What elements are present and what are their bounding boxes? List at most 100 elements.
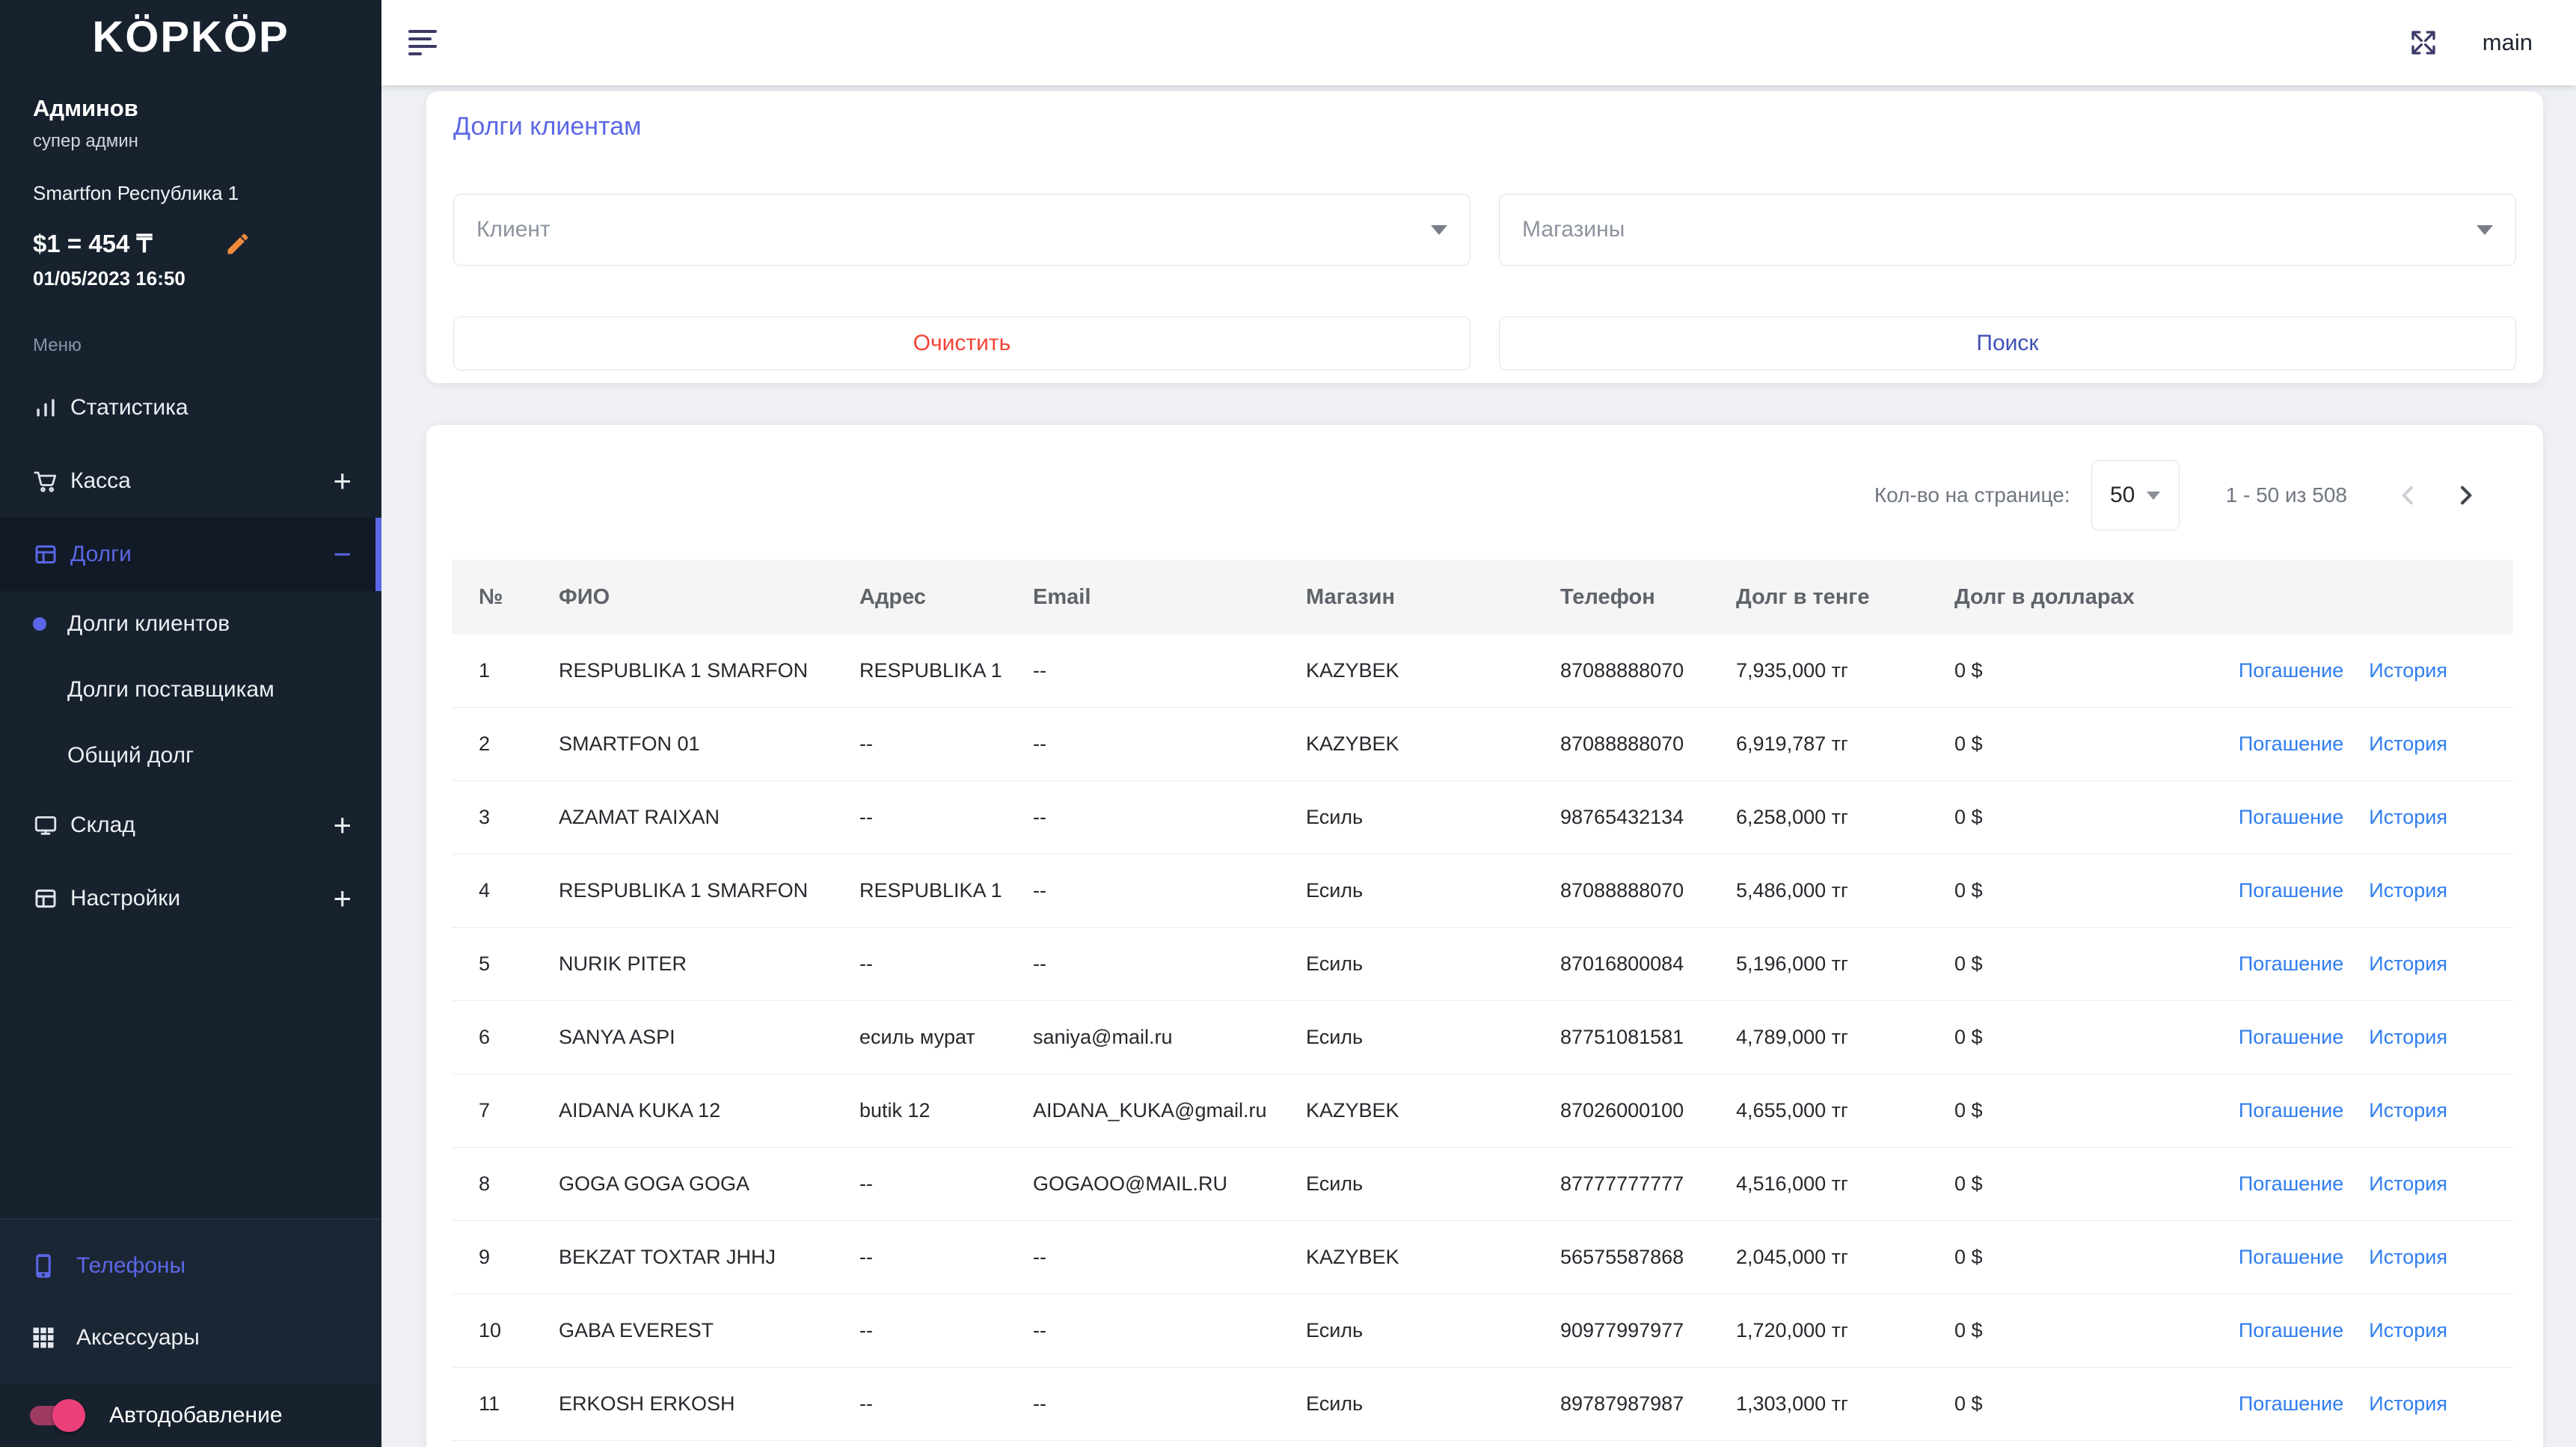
history-link[interactable]: История <box>2369 1319 2447 1342</box>
cell-actions: Погашение История <box>2179 732 2513 756</box>
repay-link[interactable]: Погашение <box>2239 659 2343 682</box>
history-link[interactable]: История <box>2369 1099 2447 1122</box>
history-link[interactable]: История <box>2369 1246 2447 1269</box>
repay-link[interactable]: Погашение <box>2239 732 2343 756</box>
cell-shop: Есиль <box>1306 879 1560 902</box>
sidebar-subitem-supplier-debts[interactable]: Долги поставщикам <box>0 657 381 723</box>
expand-plus-icon[interactable]: + <box>333 883 352 914</box>
workspace-name[interactable]: main <box>2483 29 2533 56</box>
sidebar-item-debts[interactable]: Долги − <box>0 518 381 591</box>
cell-address: -- <box>859 1319 1033 1342</box>
cell-email: saniya@mail.ru <box>1033 1026 1306 1049</box>
cell-address: есиль мурат <box>859 1026 1033 1049</box>
cell-debt-tenge: 7,935,000 тг <box>1736 659 1954 682</box>
sidebar-item-statistics[interactable]: Статистика <box>0 371 381 444</box>
sidebar-item-settings[interactable]: Настройки + <box>0 862 381 935</box>
pagination-range: 1 - 50 из 508 <box>2226 483 2347 507</box>
history-link[interactable]: История <box>2369 806 2447 829</box>
filter-card: Долги клиентам Клиент Магазины Очистить … <box>426 91 2543 383</box>
cell-email: -- <box>1033 806 1306 829</box>
cell-phone: 90977997977 <box>1560 1319 1736 1342</box>
cell-name: GABA EVEREST <box>559 1319 859 1342</box>
repay-link[interactable]: Погашение <box>2239 1246 2343 1269</box>
sidebar-subitem-client-debts[interactable]: Долги клиентов <box>0 591 381 657</box>
collapse-minus-icon[interactable]: − <box>333 539 352 570</box>
cell-shop: KAZYBEK <box>1306 1099 1560 1122</box>
cell-debt-usd: 0 $ <box>1954 732 2179 756</box>
search-button[interactable]: Поиск <box>1499 316 2516 370</box>
repay-link[interactable]: Погашение <box>2239 879 2343 902</box>
repay-link[interactable]: Погашение <box>2239 1319 2343 1342</box>
cell-address: -- <box>859 1172 1033 1196</box>
auto-add-toggle[interactable] <box>30 1406 79 1425</box>
sidebar-item-cash[interactable]: Касса + <box>0 444 381 518</box>
table-row: 7 AIDANA KUKA 12 butik 12 AIDANA_KUKA@gm… <box>452 1074 2513 1148</box>
cell-debt-usd: 0 $ <box>1954 1099 2179 1122</box>
sidebar-item-accessories[interactable]: Аксессуары <box>0 1302 381 1374</box>
caret-down-icon <box>2147 492 2160 500</box>
cell-shop: Есиль <box>1306 1392 1560 1416</box>
sidebar-subitem-label: Долги поставщикам <box>67 677 275 703</box>
clear-button[interactable]: Очистить <box>453 316 1471 370</box>
expand-plus-icon[interactable]: + <box>333 810 352 841</box>
history-link[interactable]: История <box>2369 879 2447 902</box>
cell-debt-tenge: 1,303,000 тг <box>1736 1392 1954 1416</box>
auto-add-label: Автодобавление <box>109 1403 283 1428</box>
sidebar-item-label: Телефоны <box>76 1253 185 1279</box>
sidebar-subitem-label: Долги клиентов <box>67 611 230 637</box>
repay-link[interactable]: Погашение <box>2239 1392 2343 1416</box>
cell-address: -- <box>859 1246 1033 1269</box>
table-row: 6 SANYA ASPI есиль мурат saniya@mail.ru … <box>452 1001 2513 1074</box>
cell-debt-usd: 0 $ <box>1954 879 2179 902</box>
menu-toggle-icon[interactable] <box>408 30 437 55</box>
user-name: Админов <box>33 95 349 122</box>
user-block: Админов супер админ Smartfon Республика … <box>0 62 381 290</box>
table-row: 9 BEKZAT TOXTAR JHHJ -- -- KAZYBEK 56575… <box>452 1221 2513 1294</box>
cell-phone: 87026000100 <box>1560 1099 1736 1122</box>
cell-actions: Погашение История <box>2179 1392 2513 1416</box>
pagination-bar: Кол-во на странице: 50 1 - 50 из 508 <box>426 458 2543 533</box>
sidebar-subitem-total-debt[interactable]: Общий долг <box>0 723 381 789</box>
cell-phone: 87016800084 <box>1560 952 1736 976</box>
history-link[interactable]: История <box>2369 1172 2447 1196</box>
history-link[interactable]: История <box>2369 1026 2447 1049</box>
auto-add-row: Автодобавление <box>0 1384 381 1447</box>
table-row: 11 ERKOSH ERKOSH -- -- Есиль 89787987987… <box>452 1368 2513 1441</box>
cell-debt-tenge: 5,486,000 тг <box>1736 879 1954 902</box>
pencil-icon[interactable] <box>224 230 251 257</box>
repay-link[interactable]: Погашение <box>2239 1026 2343 1049</box>
cell-num: 2 <box>452 732 559 756</box>
next-page-icon[interactable] <box>2447 477 2483 513</box>
expand-plus-icon[interactable]: + <box>333 465 352 497</box>
history-link[interactable]: История <box>2369 732 2447 756</box>
repay-link[interactable]: Погашение <box>2239 952 2343 976</box>
cell-email: -- <box>1033 879 1306 902</box>
shops-select[interactable]: Магазины <box>1499 194 2516 266</box>
history-link[interactable]: История <box>2369 659 2447 682</box>
cell-num: 8 <box>452 1172 559 1196</box>
cell-name: SANYA ASPI <box>559 1026 859 1049</box>
cell-shop: Есиль <box>1306 806 1560 829</box>
sidebar-item-phones[interactable]: Телефоны <box>0 1230 381 1302</box>
history-link[interactable]: История <box>2369 952 2447 976</box>
table-row: 4 RESPUBLIKA 1 SMARFON RESPUBLIKA 1 -- Е… <box>452 854 2513 928</box>
repay-link[interactable]: Погашение <box>2239 806 2343 829</box>
cell-email: -- <box>1033 659 1306 682</box>
cell-shop: Есиль <box>1306 952 1560 976</box>
cell-debt-usd: 0 $ <box>1954 806 2179 829</box>
cell-address: -- <box>859 1392 1033 1416</box>
fullscreen-icon[interactable] <box>2408 27 2439 58</box>
prev-page-icon[interactable] <box>2391 477 2426 513</box>
cell-name: AIDANA KUKA 12 <box>559 1099 859 1122</box>
per-page-select[interactable]: 50 <box>2091 460 2180 530</box>
cell-debt-tenge: 5,196,000 тг <box>1736 952 1954 976</box>
repay-link[interactable]: Погашение <box>2239 1172 2343 1196</box>
cell-num: 6 <box>452 1026 559 1049</box>
repay-link[interactable]: Погашение <box>2239 1099 2343 1122</box>
client-select[interactable]: Клиент <box>453 194 1471 266</box>
cell-actions: Погашение История <box>2179 1026 2513 1049</box>
cell-phone: 56575587868 <box>1560 1246 1736 1269</box>
history-link[interactable]: История <box>2369 1392 2447 1416</box>
cell-shop: KAZYBEK <box>1306 732 1560 756</box>
sidebar-item-warehouse[interactable]: Склад + <box>0 789 381 862</box>
